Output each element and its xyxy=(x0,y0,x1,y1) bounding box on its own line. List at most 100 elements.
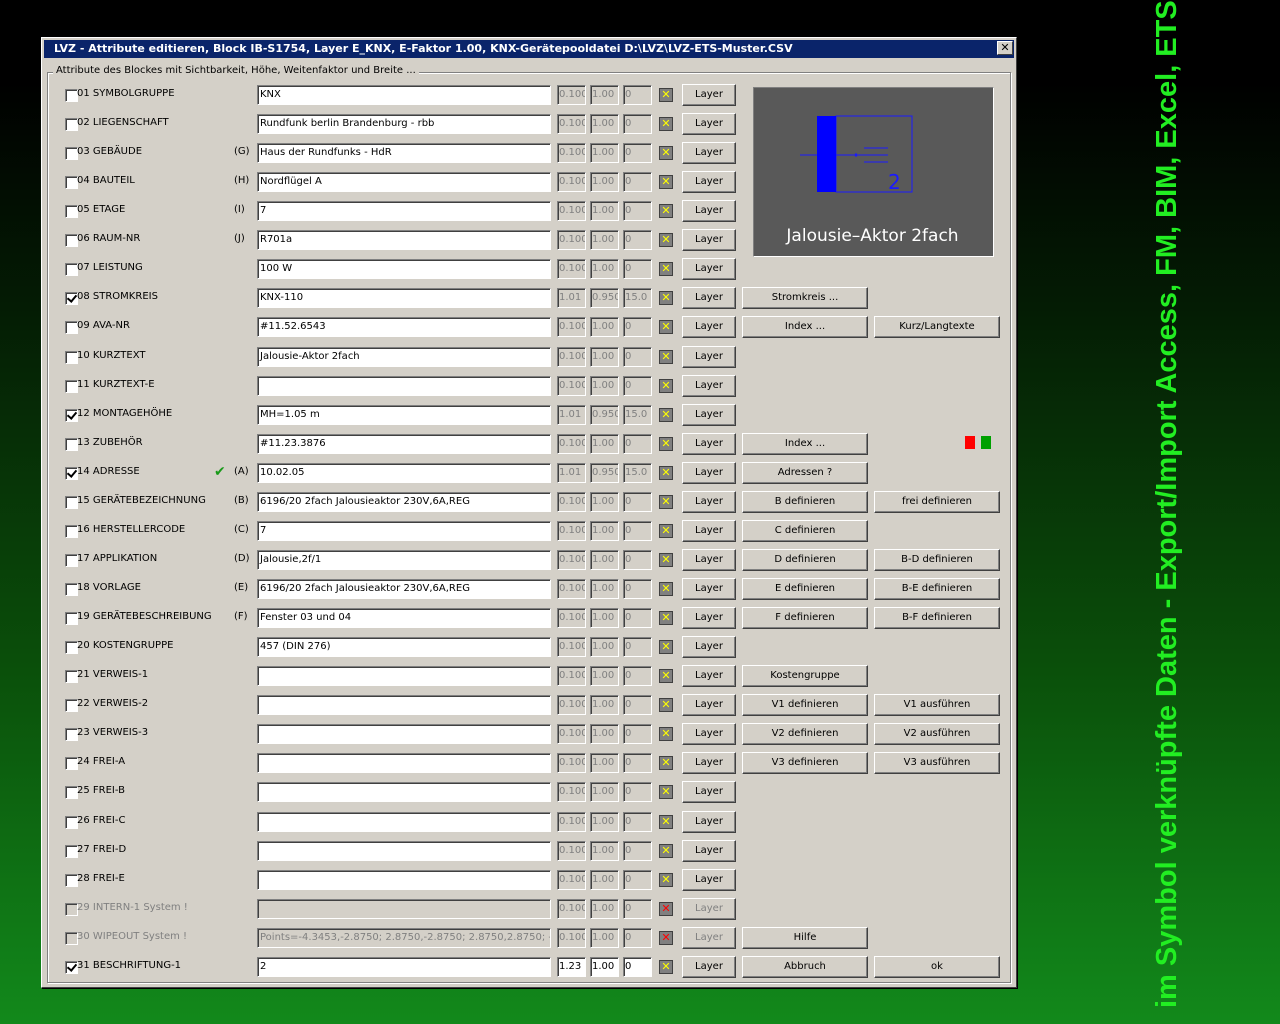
height-field[interactable]: 0.100 xyxy=(557,172,586,192)
secondary-action-button[interactable]: frei definieren xyxy=(874,491,1000,513)
attribute-value-field[interactable]: Fenster 03 und 04 xyxy=(257,608,551,628)
width-factor-field[interactable]: 1.00 xyxy=(590,899,619,919)
action-button[interactable]: D definieren xyxy=(742,549,868,571)
width-field[interactable]: 0 xyxy=(623,230,652,250)
width-field[interactable]: 0 xyxy=(623,434,652,454)
width-factor-field[interactable]: 1.00 xyxy=(590,143,619,163)
delete-icon[interactable]: ✕ xyxy=(659,408,673,422)
delete-icon[interactable]: ✕ xyxy=(659,379,673,393)
delete-icon[interactable]: ✕ xyxy=(659,350,673,364)
attribute-value-field[interactable]: Jalousie-Aktor 2fach xyxy=(257,347,551,367)
width-factor-field[interactable]: 1.00 xyxy=(590,317,619,337)
width-factor-field[interactable]: 1.00 xyxy=(590,201,619,221)
layer-button[interactable]: Layer xyxy=(682,811,736,833)
delete-icon[interactable]: ✕ xyxy=(659,902,673,916)
width-factor-field[interactable]: 1.00 xyxy=(590,870,619,890)
height-field[interactable]: 0.100 xyxy=(557,782,586,802)
delete-icon[interactable]: ✕ xyxy=(659,117,673,131)
height-field[interactable]: 0.100 xyxy=(557,521,586,541)
height-field[interactable]: 0.100 xyxy=(557,841,586,861)
width-factor-field[interactable]: 1.00 xyxy=(590,230,619,250)
attribute-value-field[interactable]: Rundfunk berlin Brandenburg - rbb xyxy=(257,114,551,134)
width-field[interactable]: 15.0 xyxy=(623,288,652,308)
attribute-value-field[interactable]: 6196/20 2fach Jalousieaktor 230V,6A,REG xyxy=(257,579,551,599)
layer-button[interactable]: Layer xyxy=(682,258,736,280)
width-field[interactable]: 0 xyxy=(623,637,652,657)
layer-button[interactable]: Layer xyxy=(682,171,736,193)
width-field[interactable]: 0 xyxy=(623,492,652,512)
delete-icon[interactable]: ✕ xyxy=(659,640,673,654)
height-field[interactable]: 0.100 xyxy=(557,376,586,396)
attribute-value-field[interactable] xyxy=(257,841,551,861)
layer-button[interactable]: Layer xyxy=(682,781,736,803)
secondary-action-button[interactable]: B-F definieren xyxy=(874,607,1000,629)
layer-button[interactable]: Layer xyxy=(682,287,736,309)
width-field[interactable]: 0 xyxy=(623,841,652,861)
delete-icon[interactable]: ✕ xyxy=(659,669,673,683)
width-factor-field[interactable]: 1.00 xyxy=(590,782,619,802)
width-factor-field[interactable]: 1.00 xyxy=(590,434,619,454)
width-factor-field[interactable]: 1.00 xyxy=(590,521,619,541)
width-field[interactable]: 0 xyxy=(623,347,652,367)
delete-icon[interactable]: ✕ xyxy=(659,960,673,974)
layer-button[interactable]: Layer xyxy=(682,578,736,600)
delete-icon[interactable]: ✕ xyxy=(659,320,673,334)
delete-icon[interactable]: ✕ xyxy=(659,844,673,858)
width-field[interactable]: 0 xyxy=(623,608,652,628)
layer-button[interactable]: Layer xyxy=(682,723,736,745)
width-factor-field[interactable]: 1.00 xyxy=(590,666,619,686)
attribute-value-field[interactable] xyxy=(257,666,551,686)
width-factor-field[interactable]: 1.00 xyxy=(590,114,619,134)
delete-icon[interactable]: ✕ xyxy=(659,88,673,102)
width-factor-field[interactable]: 1.00 xyxy=(590,85,619,105)
layer-button[interactable]: Layer xyxy=(682,316,736,338)
layer-button[interactable]: Layer xyxy=(682,200,736,222)
secondary-action-button[interactable]: B-D definieren xyxy=(874,549,1000,571)
layer-button[interactable]: Layer xyxy=(682,752,736,774)
width-factor-field[interactable]: 0.950 xyxy=(590,405,619,425)
attribute-value-field[interactable]: Nordflügel A xyxy=(257,172,551,192)
width-field[interactable]: 0 xyxy=(623,957,652,977)
attribute-value-field[interactable]: 7 xyxy=(257,521,551,541)
width-factor-field[interactable]: 1.00 xyxy=(590,812,619,832)
attribute-value-field[interactable]: 6196/20 2fach Jalousieaktor 230V,6A,REG xyxy=(257,492,551,512)
width-factor-field[interactable]: 1.00 xyxy=(590,172,619,192)
delete-icon[interactable]: ✕ xyxy=(659,785,673,799)
height-field[interactable]: 1.01 xyxy=(557,288,586,308)
delete-icon[interactable]: ✕ xyxy=(659,466,673,480)
height-field[interactable]: 0.100 xyxy=(557,347,586,367)
width-field[interactable]: 0 xyxy=(623,114,652,134)
width-field[interactable]: 0 xyxy=(623,259,652,279)
layer-button[interactable]: Layer xyxy=(682,869,736,891)
secondary-action-button[interactable]: B-E definieren xyxy=(874,578,1000,600)
width-factor-field[interactable]: 1.00 xyxy=(590,637,619,657)
action-button[interactable]: Kostengruppe xyxy=(742,665,868,687)
width-factor-field[interactable]: 1.00 xyxy=(590,724,619,744)
height-field[interactable]: 0.100 xyxy=(557,870,586,890)
action-button[interactable]: Index ... xyxy=(742,433,868,455)
height-field[interactable]: 0.100 xyxy=(557,230,586,250)
attribute-value-field[interactable]: 457 (DIN 276) xyxy=(257,637,551,657)
width-field[interactable]: 0 xyxy=(623,376,652,396)
width-field[interactable]: 0 xyxy=(623,201,652,221)
layer-button[interactable]: Layer xyxy=(682,346,736,368)
delete-icon[interactable]: ✕ xyxy=(659,204,673,218)
layer-button[interactable]: Layer xyxy=(682,636,736,658)
width-field[interactable]: 0 xyxy=(623,782,652,802)
layer-button[interactable]: Layer xyxy=(682,607,736,629)
action-button[interactable]: V3 definieren xyxy=(742,752,868,774)
action-button[interactable]: Index ... xyxy=(742,316,868,338)
height-field[interactable]: 0.100 xyxy=(557,812,586,832)
action-button[interactable]: F definieren xyxy=(742,607,868,629)
attribute-value-field[interactable]: KNX-110 xyxy=(257,288,551,308)
attribute-value-field[interactable] xyxy=(257,870,551,890)
width-field[interactable]: 0 xyxy=(623,579,652,599)
height-field[interactable]: 1.01 xyxy=(557,405,586,425)
attribute-value-field[interactable]: 7 xyxy=(257,201,551,221)
height-field[interactable]: 0.100 xyxy=(557,637,586,657)
height-field[interactable]: 0.100 xyxy=(557,695,586,715)
width-factor-field[interactable]: 1.00 xyxy=(590,957,619,977)
secondary-action-button[interactable]: V1 ausführen xyxy=(874,694,1000,716)
width-factor-field[interactable]: 1.00 xyxy=(590,550,619,570)
layer-button[interactable]: Layer xyxy=(682,404,736,426)
